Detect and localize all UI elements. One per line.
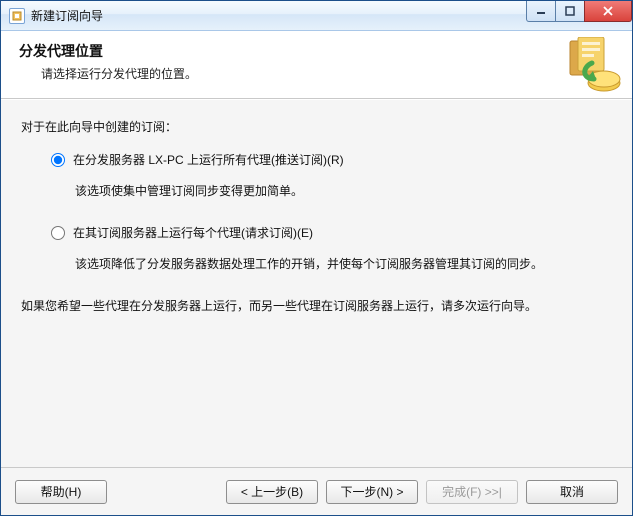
option-push-block: 在分发服务器 LX-PC 上运行所有代理(推送订阅)(R) 该选项使集中管理订阅… — [51, 151, 612, 200]
intro-text: 对于在此向导中创建的订阅： — [21, 118, 612, 135]
wizard-content: 对于在此向导中创建的订阅： 在分发服务器 LX-PC 上运行所有代理(推送订阅)… — [1, 99, 632, 467]
help-button[interactable]: 帮助(H) — [15, 480, 107, 504]
option-push[interactable]: 在分发服务器 LX-PC 上运行所有代理(推送订阅)(R) — [51, 151, 612, 168]
footnote-text: 如果您希望一些代理在分发服务器上运行，而另一些代理在订阅服务器上运行，请多次运行… — [21, 297, 612, 316]
option-pull-radio[interactable] — [51, 226, 65, 240]
option-push-description: 该选项使集中管理订阅同步变得更加简单。 — [75, 182, 612, 200]
help-button-label: 帮助(H) — [41, 483, 82, 500]
minimize-button[interactable] — [526, 1, 556, 22]
next-button-label: 下一步(N) > — [340, 483, 403, 500]
option-pull-label: 在其订阅服务器上运行每个代理(请求订阅)(E) — [73, 224, 313, 241]
wizard-footer: 帮助(H) < 上一步(B) 下一步(N) > 完成(F) >>| 取消 — [1, 467, 632, 515]
window-title: 新建订阅向导 — [31, 7, 103, 24]
cancel-button-label: 取消 — [560, 483, 584, 500]
finish-button-label: 完成(F) >>| — [442, 483, 502, 500]
app-icon — [9, 8, 25, 24]
option-push-label: 在分发服务器 LX-PC 上运行所有代理(推送订阅)(R) — [73, 151, 344, 168]
titlebar: 新建订阅向导 — [1, 1, 632, 31]
option-pull[interactable]: 在其订阅服务器上运行每个代理(请求订阅)(E) — [51, 224, 612, 241]
wizard-header: 分发代理位置 请选择运行分发代理的位置。 — [1, 31, 632, 99]
page-heading: 分发代理位置 — [19, 41, 614, 61]
back-button-label: < 上一步(B) — [241, 483, 303, 500]
maximize-button[interactable] — [555, 1, 585, 22]
option-pull-block: 在其订阅服务器上运行每个代理(请求订阅)(E) 该选项降低了分发服务器数据处理工… — [51, 224, 612, 273]
wizard-graphic-icon — [568, 37, 624, 93]
window-controls — [527, 1, 632, 22]
next-button[interactable]: 下一步(N) > — [326, 480, 418, 504]
back-button[interactable]: < 上一步(B) — [226, 480, 318, 504]
close-button[interactable] — [584, 1, 632, 22]
cancel-button[interactable]: 取消 — [526, 480, 618, 504]
option-pull-description: 该选项降低了分发服务器数据处理工作的开销，并使每个订阅服务器管理其订阅的同步。 — [75, 255, 612, 273]
page-subtitle: 请选择运行分发代理的位置。 — [41, 65, 614, 82]
wizard-window: 新建订阅向导 分发代理位置 请选择运行分发代理的位置。 — [0, 0, 633, 516]
option-push-radio[interactable] — [51, 153, 65, 167]
finish-button: 完成(F) >>| — [426, 480, 518, 504]
